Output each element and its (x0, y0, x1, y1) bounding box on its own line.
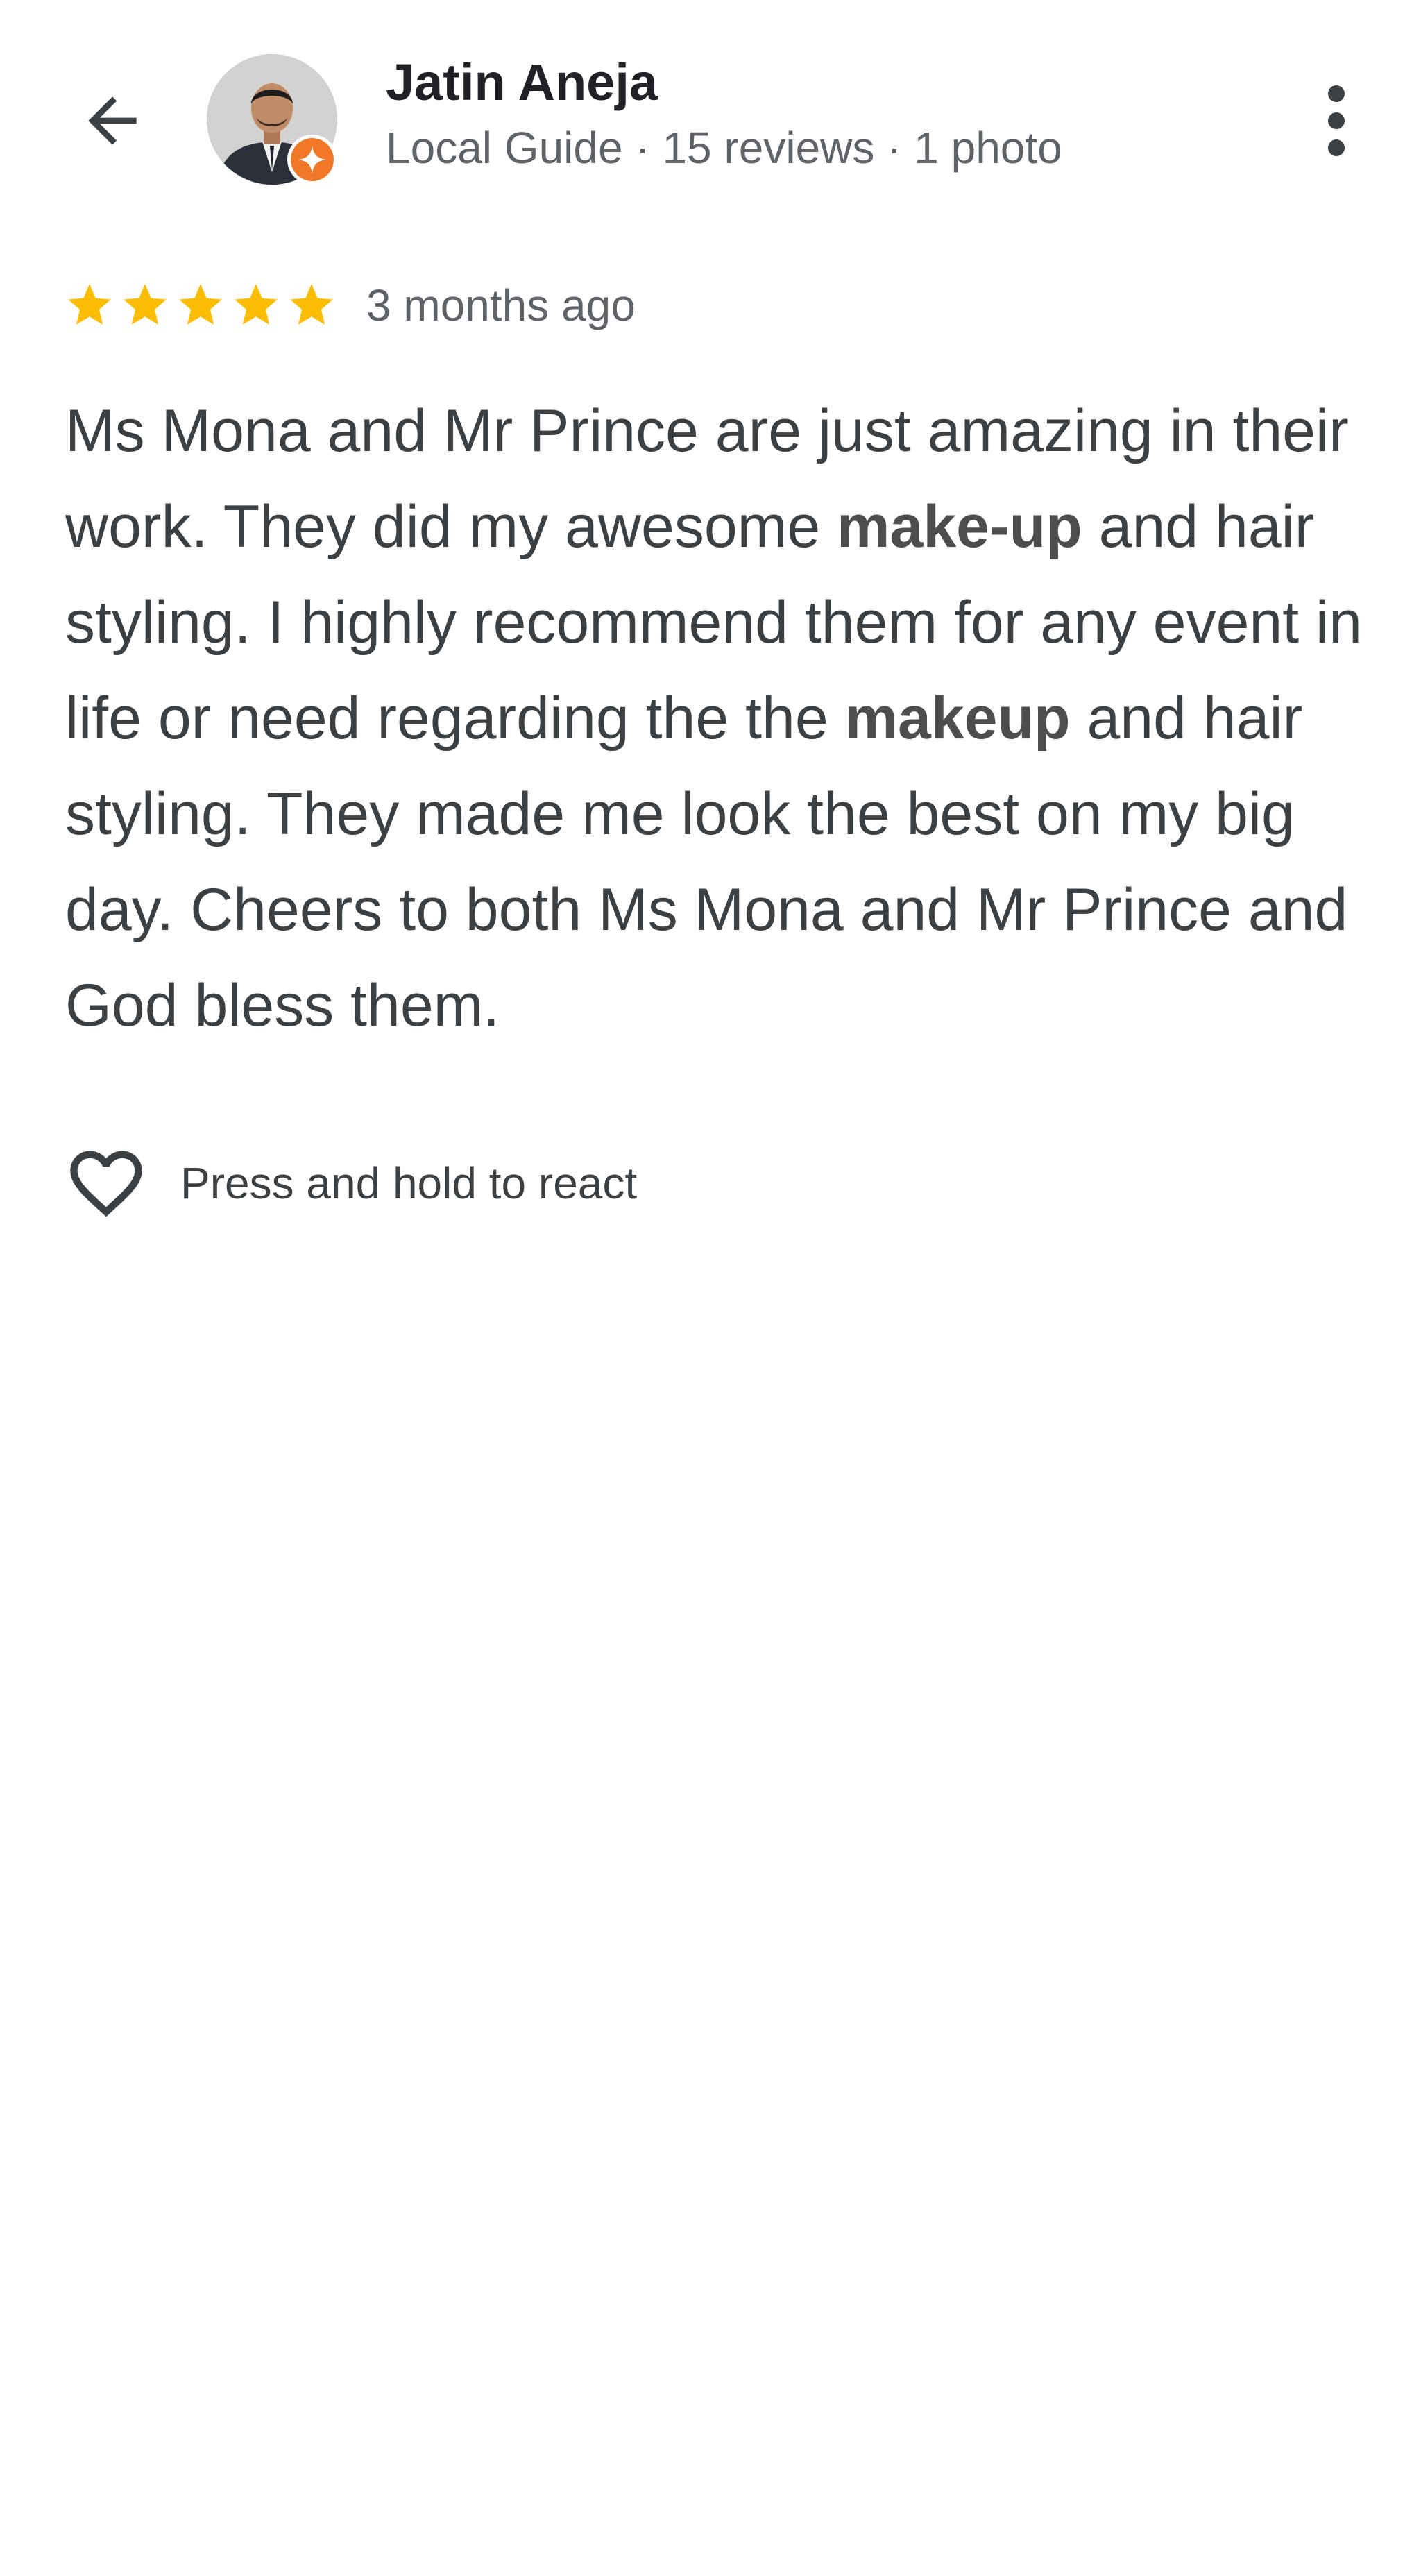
react-button[interactable] (61, 1138, 151, 1228)
highlighted-keyword: make-up (837, 493, 1082, 560)
avatar[interactable] (207, 54, 337, 185)
highlighted-keyword: makeup (844, 685, 1071, 752)
react-row: Press and hold to react (61, 1138, 637, 1228)
reviewer-name[interactable]: Jatin Aneja (386, 53, 658, 112)
more-options-button[interactable] (1295, 72, 1378, 169)
more-vert-icon (1328, 85, 1345, 156)
star-rating (64, 280, 341, 331)
local-guide-badge-icon (287, 135, 337, 185)
review-age: 3 months ago (366, 280, 636, 330)
star-icon (179, 284, 222, 325)
star-icon (68, 284, 111, 325)
reviewer-meta: Local Guide · 15 reviews · 1 photo (386, 123, 1062, 173)
star-icon (290, 284, 333, 325)
review-header: Jatin Aneja Local Guide · 15 reviews · 1… (0, 0, 1421, 208)
back-button[interactable] (67, 75, 158, 167)
rating-row: 3 months ago (64, 271, 636, 340)
arrow-back-icon (88, 96, 137, 145)
heart-outline-icon (70, 1151, 142, 1217)
react-hint: Press and hold to react (180, 1158, 638, 1208)
review-text: Ms Mona and Mr Prince are just amazing i… (65, 383, 1370, 1053)
star-icon (235, 284, 278, 325)
star-icon (124, 284, 167, 325)
